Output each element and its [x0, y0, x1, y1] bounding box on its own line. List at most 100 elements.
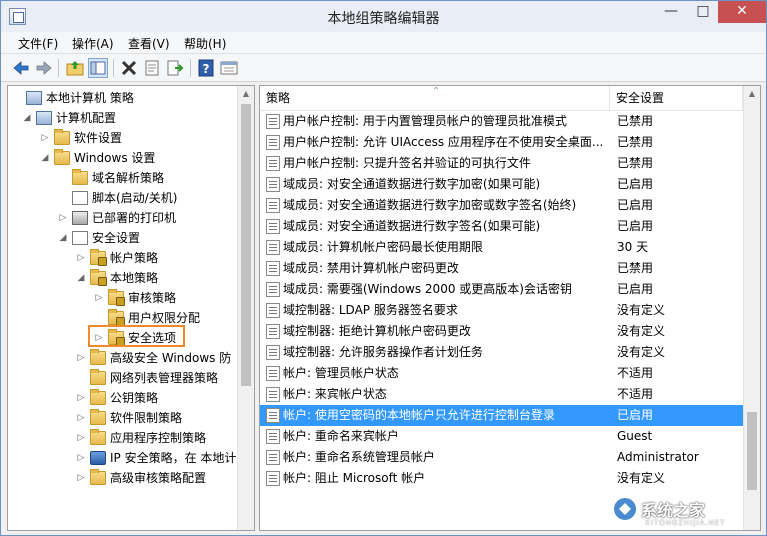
- menu-bar: 文件(F) 操作(A) 查看(V) 帮助(H): [1, 32, 766, 54]
- maximize-button[interactable]: □: [688, 1, 718, 23]
- policy-row[interactable]: 帐户: 来宾帐户状态 不适用: [260, 384, 743, 405]
- policy-row[interactable]: 用户帐户控制: 只提升签名并验证的可执行文件 已禁用: [260, 153, 743, 174]
- tree-node-label: 高级审核策略配置: [110, 471, 207, 485]
- collapse-arrow-icon[interactable]: ◢: [40, 148, 50, 168]
- expand-arrow-icon[interactable]: ▷: [76, 468, 86, 488]
- expand-arrow-icon[interactable]: ▷: [76, 448, 86, 468]
- tree-node-label: 域名解析策略: [92, 171, 165, 185]
- policy-row[interactable]: 域成员: 计算机帐户密码最长使用期限 30 天: [260, 237, 743, 258]
- expand-arrow-icon[interactable]: ▷: [58, 208, 68, 228]
- policy-item-icon: [266, 450, 280, 465]
- collapse-arrow-icon[interactable]: ◢: [22, 108, 32, 128]
- expand-arrow-icon[interactable]: ▷: [76, 388, 86, 408]
- properties-icon[interactable]: [142, 58, 162, 78]
- policy-item-icon: [266, 366, 280, 381]
- policy-setting: Guest: [617, 429, 653, 443]
- security-settings-icon: [72, 231, 88, 245]
- policy-row[interactable]: 域成员: 需要强(Windows 2000 或更高版本)会话密钥 已启用: [260, 279, 743, 300]
- tree-node-label: Windows 设置: [74, 151, 156, 165]
- policy-item-icon: [266, 198, 280, 213]
- watermark-subtext: XITONGZHIJIA.NET: [645, 519, 726, 527]
- tree-node-label: IP 安全策略，在 本地计: [110, 451, 237, 465]
- policy-name: 用户帐户控制: 用于内置管理员帐户的管理员批准模式: [283, 114, 567, 128]
- computer-policy-icon: [26, 91, 42, 105]
- policy-name: 域成员: 禁用计算机帐户密码更改: [283, 261, 459, 275]
- policy-row[interactable]: 用户帐户控制: 用于内置管理员帐户的管理员批准模式 已禁用: [260, 111, 743, 132]
- policy-row[interactable]: 帐户: 管理员帐户状态 不适用: [260, 363, 743, 384]
- policy-row[interactable]: 域成员: 禁用计算机帐户密码更改 已禁用: [260, 258, 743, 279]
- title-bar[interactable]: 本地组策略编辑器 — □ ✕: [1, 1, 766, 32]
- tree-pane[interactable]: 本地计算机 策略 ◢ 计算机配置 ▷ 软件设置 ◢ Windows 设置 域名解析策略 脚本(启…: [7, 85, 255, 531]
- export-list-icon[interactable]: [165, 58, 185, 78]
- scroll-up-arrow-icon[interactable]: ▲: [238, 86, 254, 102]
- minimize-button[interactable]: —: [654, 1, 688, 23]
- list-scroll-thumb[interactable]: [747, 412, 757, 490]
- policy-row[interactable]: 用户帐户控制: 允许 UIAccess 应用程序在不使用安全桌面... 已禁用: [260, 132, 743, 153]
- policy-name: 域成员: 对安全通道数据进行数字加密或数字签名(始终): [283, 198, 577, 212]
- expand-arrow-icon[interactable]: ▷: [76, 348, 86, 368]
- column-header-security-setting[interactable]: 安全设置: [610, 86, 743, 111]
- policy-setting: 已启用: [617, 198, 654, 212]
- tree-scroll-thumb[interactable]: [241, 104, 251, 386]
- folder-icon: [90, 349, 106, 365]
- folder-icon: [90, 469, 106, 485]
- forward-arrow-icon[interactable]: [34, 58, 54, 78]
- policy-row[interactable]: 帐户: 使用空密码的本地帐户只允许进行控制台登录 已启用: [260, 405, 743, 426]
- tree-node-label: 计算机配置: [56, 111, 117, 125]
- menu-view[interactable]: 查看(V): [128, 35, 170, 52]
- view-icon[interactable]: [219, 58, 239, 78]
- policy-row[interactable]: 域控制器: 允许服务器操作者计划任务 没有定义: [260, 342, 743, 363]
- collapse-arrow-icon[interactable]: ◢: [58, 228, 68, 248]
- menu-file[interactable]: 文件(F): [18, 35, 58, 52]
- expand-arrow-icon[interactable]: ▷: [40, 128, 50, 148]
- tree-node-label: 本地计算机 策略: [46, 91, 134, 105]
- tree-scrollbar[interactable]: ▲: [237, 86, 254, 530]
- policy-item-icon: [266, 282, 280, 297]
- expand-arrow-icon[interactable]: ▷: [94, 288, 104, 308]
- gpedit-window: 本地组策略编辑器 — □ ✕ 文件(F) 操作(A) 查看(V) 帮助(H) ?…: [0, 0, 767, 536]
- collapse-arrow-icon[interactable]: ◢: [76, 268, 86, 288]
- selected-node-highlight: [88, 325, 185, 347]
- expand-arrow-icon[interactable]: ▷: [76, 428, 86, 448]
- folder-icon: [90, 409, 106, 425]
- policy-item-icon: [266, 219, 280, 234]
- list-scrollbar[interactable]: ▲: [743, 86, 760, 530]
- policy-setting: 已启用: [617, 408, 654, 422]
- folder-icon: [54, 149, 70, 165]
- policy-list-pane[interactable]: 策略 ⌃ 安全设置 用户帐户控制: 用于内置管理员帐户的管理员批准模式 已禁用 用户…: [259, 85, 761, 531]
- back-arrow-icon[interactable]: [11, 58, 31, 78]
- watermark-text: 系统之家: [641, 501, 706, 520]
- policy-row[interactable]: 域控制器: 拒绝计算机帐户密码更改 没有定义: [260, 321, 743, 342]
- scroll-up-arrow-icon[interactable]: ▲: [744, 86, 760, 102]
- policy-row[interactable]: 帐户: 重命名来宾帐户 Guest: [260, 426, 743, 447]
- policy-item-icon: [266, 303, 280, 318]
- expand-arrow-icon[interactable]: ▷: [76, 248, 86, 268]
- policy-row[interactable]: 域成员: 对安全通道数据进行数字签名(如果可能) 已启用: [260, 216, 743, 237]
- policy-row[interactable]: 域成员: 对安全通道数据进行数字加密(如果可能) 已启用: [260, 174, 743, 195]
- up-folder-icon[interactable]: [65, 58, 85, 78]
- policy-setting: 已启用: [617, 282, 654, 296]
- watermark: 系统之家 XITONGZHIJIA.NET: [605, 491, 761, 531]
- menu-action[interactable]: 操作(A): [72, 35, 114, 52]
- delete-icon[interactable]: [119, 58, 139, 78]
- policy-row[interactable]: 域成员: 对安全通道数据进行数字加密或数字签名(始终) 已启用: [260, 195, 743, 216]
- policy-item-icon: [266, 345, 280, 360]
- close-button[interactable]: ✕: [718, 1, 766, 23]
- folder-icon: [54, 129, 70, 145]
- locked-folder-icon: [108, 309, 125, 326]
- policy-item-icon: [266, 177, 280, 192]
- tree-node-label: 软件设置: [74, 131, 123, 145]
- tree-node-label: 应用程序控制策略: [110, 431, 207, 445]
- show-hide-tree-icon[interactable]: [88, 58, 108, 78]
- tree-node-label: 本地策略: [110, 271, 159, 285]
- help-icon[interactable]: ?: [196, 58, 216, 78]
- menu-help[interactable]: 帮助(H): [184, 35, 226, 52]
- tree-node-label: 安全设置: [92, 231, 141, 245]
- tree-node-label: 公钥策略: [110, 391, 159, 405]
- policy-name: 域成员: 计算机帐户密码最长使用期限: [283, 240, 483, 254]
- policy-setting: 没有定义: [617, 324, 666, 338]
- policy-row[interactable]: 帐户: 重命名系统管理员帐户 Administrator: [260, 447, 743, 468]
- policy-row[interactable]: 域控制器: LDAP 服务器签名要求 没有定义: [260, 300, 743, 321]
- policy-row[interactable]: 帐户: 阻止 Microsoft 帐户 没有定义: [260, 468, 743, 489]
- expand-arrow-icon[interactable]: ▷: [76, 408, 86, 428]
